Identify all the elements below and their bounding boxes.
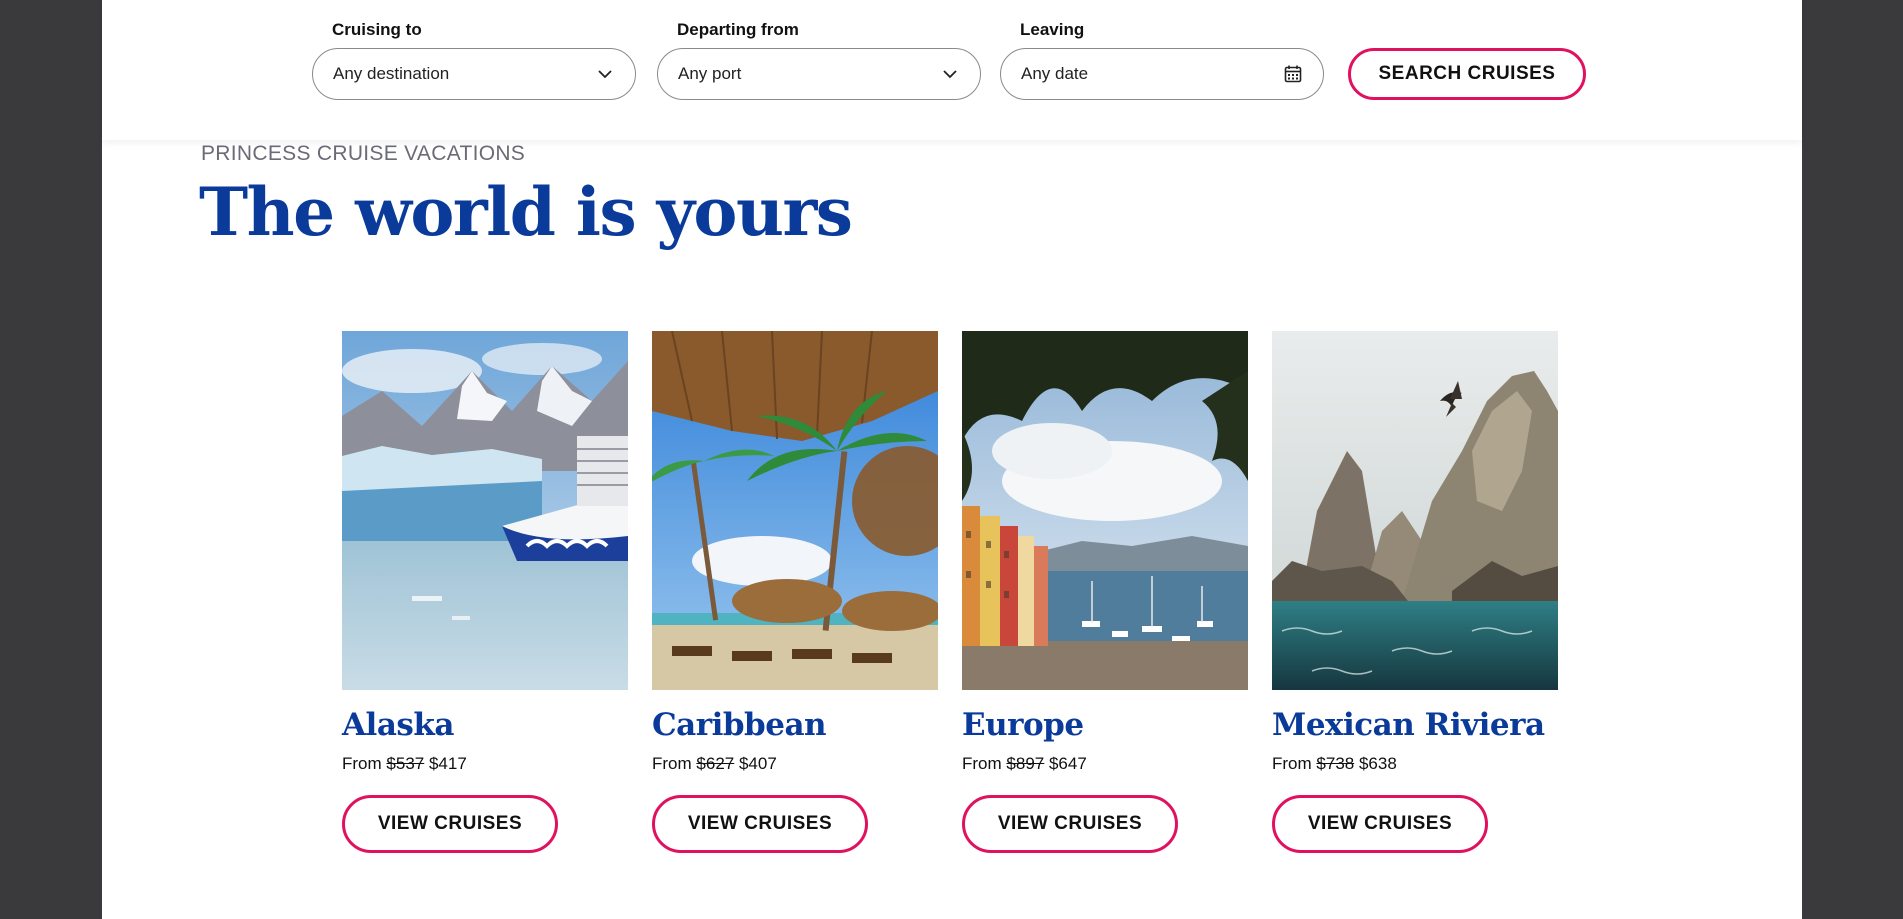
from-label: From xyxy=(962,754,1002,773)
destination-title[interactable]: Mexican Riviera xyxy=(1272,706,1558,744)
destination-title[interactable]: Caribbean xyxy=(652,706,938,744)
sale-price: $647 xyxy=(1048,754,1087,773)
destination-price: From $897 $647 xyxy=(962,753,1248,775)
search-cruises-button[interactable]: SEARCH CRUISES xyxy=(1348,48,1586,100)
destination-card-europe: Europe From $897 $647 VIEW CRUISES xyxy=(962,331,1248,853)
europe-image[interactable] xyxy=(962,331,1248,690)
view-cruises-button[interactable]: VIEW CRUISES xyxy=(1272,795,1488,853)
destination-cards: Alaska From $537 $417 VIEW CRUISES Carib… xyxy=(342,331,1558,853)
cruising-to-select[interactable]: Any destination xyxy=(312,48,636,100)
destination-price: From $537 $417 xyxy=(342,753,628,775)
departing-from-field: Departing from Any port xyxy=(657,20,981,100)
original-price: $627 xyxy=(696,754,735,773)
destination-card-alaska: Alaska From $537 $417 VIEW CRUISES xyxy=(342,331,628,853)
sale-price: $638 xyxy=(1358,754,1397,773)
leaving-field: Leaving Any date xyxy=(1000,20,1324,100)
sale-price: $417 xyxy=(428,754,467,773)
leaving-value: Any date xyxy=(1021,64,1089,83)
page-content: Cruising to Any destination Departing fr… xyxy=(102,0,1802,919)
leaving-label: Leaving xyxy=(1020,20,1085,39)
departing-from-select[interactable]: Any port xyxy=(657,48,981,100)
original-price: $738 xyxy=(1316,754,1355,773)
departing-from-value: Any port xyxy=(678,64,742,83)
alaska-image[interactable] xyxy=(342,331,628,690)
from-label: From xyxy=(1272,754,1312,773)
cruising-to-value: Any destination xyxy=(333,64,450,83)
destination-card-mexican-riviera: Mexican Riviera From $738 $638 VIEW CRUI… xyxy=(1272,331,1558,853)
section-eyebrow: PRINCESS CRUISE VACATIONS xyxy=(201,142,526,165)
chevron-down-icon xyxy=(595,64,615,84)
destination-price: From $627 $407 xyxy=(652,753,938,775)
departing-from-label: Departing from xyxy=(677,20,799,39)
from-label: From xyxy=(652,754,692,773)
from-label: From xyxy=(342,754,382,773)
cruise-search-bar: Cruising to Any destination Departing fr… xyxy=(102,0,1802,140)
sale-price: $407 xyxy=(738,754,777,773)
original-price: $897 xyxy=(1006,754,1045,773)
caribbean-image[interactable] xyxy=(652,331,938,690)
cruising-to-label: Cruising to xyxy=(332,20,422,39)
cruising-to-field: Cruising to Any destination xyxy=(312,20,636,100)
view-cruises-button[interactable]: VIEW CRUISES xyxy=(342,795,558,853)
calendar-icon xyxy=(1283,64,1303,84)
destination-title[interactable]: Europe xyxy=(962,706,1248,744)
leaving-date-picker[interactable]: Any date xyxy=(1000,48,1324,100)
destination-card-caribbean: Caribbean From $627 $407 VIEW CRUISES xyxy=(652,331,938,853)
view-cruises-button[interactable]: VIEW CRUISES xyxy=(962,795,1178,853)
original-price: $537 xyxy=(386,754,425,773)
view-cruises-button[interactable]: VIEW CRUISES xyxy=(652,795,868,853)
destination-title[interactable]: Alaska xyxy=(342,706,628,744)
page-title: The world is yours xyxy=(199,173,853,251)
mexican-riviera-image[interactable] xyxy=(1272,331,1558,690)
destination-price: From $738 $638 xyxy=(1272,753,1558,775)
chevron-down-icon xyxy=(940,64,960,84)
